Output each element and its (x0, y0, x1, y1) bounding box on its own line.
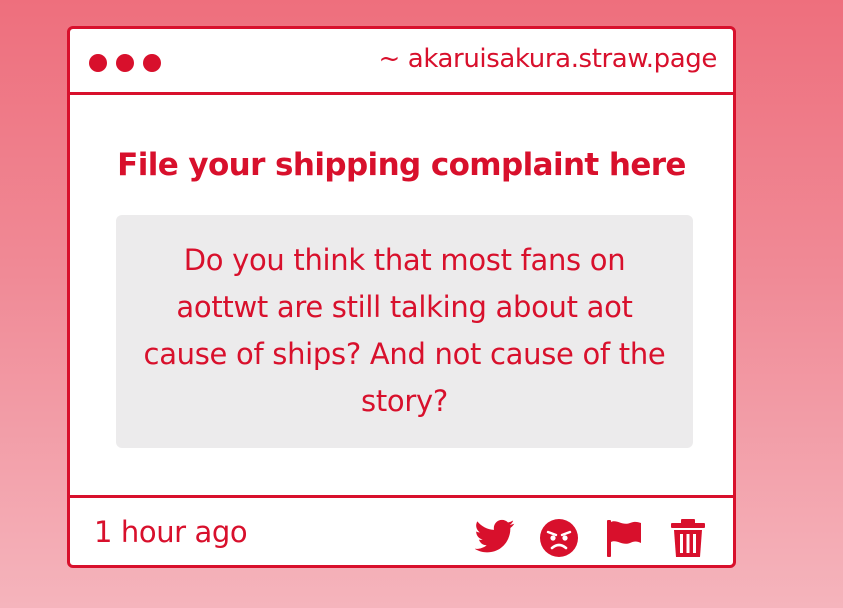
main-content: File your shipping complaint here Do you… (70, 95, 733, 495)
flag-icon[interactable] (604, 518, 644, 558)
angry-face-icon[interactable] (539, 518, 579, 558)
page-title: File your shipping complaint here (117, 147, 686, 183)
title-bar: ~ akaruisakura.straw.page (70, 29, 733, 95)
window-controls (89, 54, 161, 72)
window-dot-2[interactable] (116, 54, 134, 72)
question-text: Do you think that most fans on aottwt ar… (143, 243, 666, 418)
question-box: Do you think that most fans on aottwt ar… (116, 215, 693, 448)
window-dot-3[interactable] (143, 54, 161, 72)
window-dot-1[interactable] (89, 54, 107, 72)
browser-window: ~ akaruisakura.straw.page File your ship… (67, 26, 736, 568)
page-url: ~ akaruisakura.straw.page (378, 44, 718, 74)
trash-icon[interactable] (668, 518, 708, 558)
footer-bar: 1 hour ago (70, 495, 733, 565)
timestamp: 1 hour ago (94, 515, 248, 549)
twitter-icon[interactable] (475, 516, 515, 556)
